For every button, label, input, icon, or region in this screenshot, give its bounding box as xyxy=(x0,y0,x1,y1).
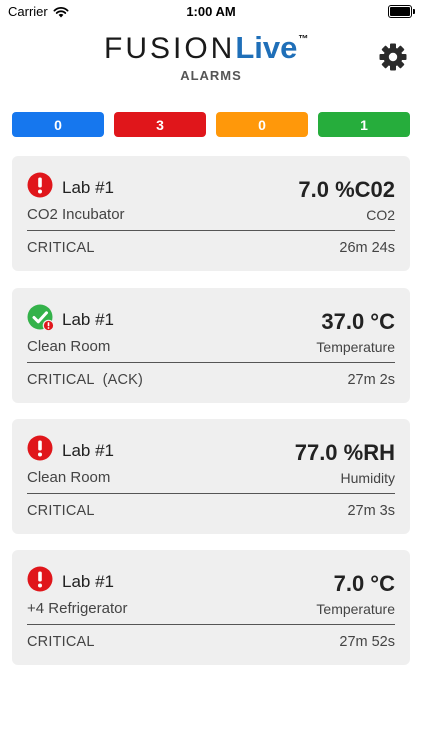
alarm-reading: 37.0 °C xyxy=(321,309,395,334)
alarm-reading: 7.0 °C xyxy=(333,571,395,596)
count-badge-orange[interactable]: 0 xyxy=(216,112,308,137)
alarm-state: CRITICAL (ACK) xyxy=(27,372,144,388)
alarm-card[interactable]: Lab #1 37.0 °C Clean Room Temperature CR… xyxy=(12,288,410,403)
alarm-elapsed: 27m 2s xyxy=(347,372,395,388)
count-badge-green[interactable]: 1 xyxy=(318,112,410,137)
status-time: 1:00 AM xyxy=(186,4,236,19)
alarm-location: Lab #1 xyxy=(62,310,114,329)
alarm-sensor-type: CO2 xyxy=(366,207,395,223)
alarm-state: CRITICAL xyxy=(27,634,95,650)
alarm-elapsed: 26m 24s xyxy=(339,240,395,256)
alarm-location: Lab #1 xyxy=(62,572,114,591)
app-logo: FUSIONLive™ xyxy=(104,30,324,70)
count-badge-blue[interactable]: 0 xyxy=(12,112,104,137)
header: FUSIONLive™ ALARMS xyxy=(0,28,422,88)
logo-trademark: ™ xyxy=(298,34,309,45)
alarm-sensor-type: Temperature xyxy=(316,601,395,617)
alarm-location: Lab #1 xyxy=(62,178,114,197)
alarm-sensor-type: Temperature xyxy=(316,339,395,355)
status-bar: Carrier 1:00 AM xyxy=(0,0,422,22)
divider xyxy=(27,493,395,494)
alarm-location: Lab #1 xyxy=(62,441,114,460)
alarm-card[interactable]: Lab #1 7.0 %C02 CO2 Incubator CO2 CRITIC… xyxy=(12,156,410,271)
page-title: ALARMS xyxy=(180,68,242,83)
alarm-reading: 7.0 %C02 xyxy=(298,177,395,202)
logo-fusion: FUSION xyxy=(104,32,236,65)
alarm-device: Clean Room xyxy=(27,338,111,355)
alarm-count-bar: 0 3 0 1 xyxy=(12,112,410,137)
divider xyxy=(27,230,395,231)
alarm-state: CRITICAL xyxy=(27,503,95,519)
alarm-reading: 77.0 %RH xyxy=(294,440,395,465)
alarm-card[interactable]: Lab #1 77.0 %RH Clean Room Humidity CRIT… xyxy=(12,419,410,534)
alert-red-icon xyxy=(27,435,53,461)
alarm-device: CO2 Incubator xyxy=(27,206,125,223)
alarm-card[interactable]: Lab #1 7.0 °C +4 Refrigerator Temperatur… xyxy=(12,550,410,665)
divider xyxy=(27,624,395,625)
battery-icon xyxy=(388,5,415,18)
alarm-state: CRITICAL xyxy=(27,240,95,256)
alarm-device: +4 Refrigerator xyxy=(27,600,128,617)
alarm-device: Clean Room xyxy=(27,469,111,486)
logo-live: Live xyxy=(235,30,298,65)
alarm-elapsed: 27m 52s xyxy=(339,634,395,650)
check-green-icon xyxy=(27,304,55,332)
settings-button[interactable] xyxy=(378,42,408,72)
alert-red-icon xyxy=(27,566,53,592)
divider xyxy=(27,362,395,363)
alarm-sensor-type: Humidity xyxy=(340,470,395,486)
gear-icon xyxy=(379,43,407,71)
count-badge-red[interactable]: 3 xyxy=(114,112,206,137)
alarm-elapsed: 27m 3s xyxy=(347,503,395,519)
alert-red-icon xyxy=(27,172,53,198)
